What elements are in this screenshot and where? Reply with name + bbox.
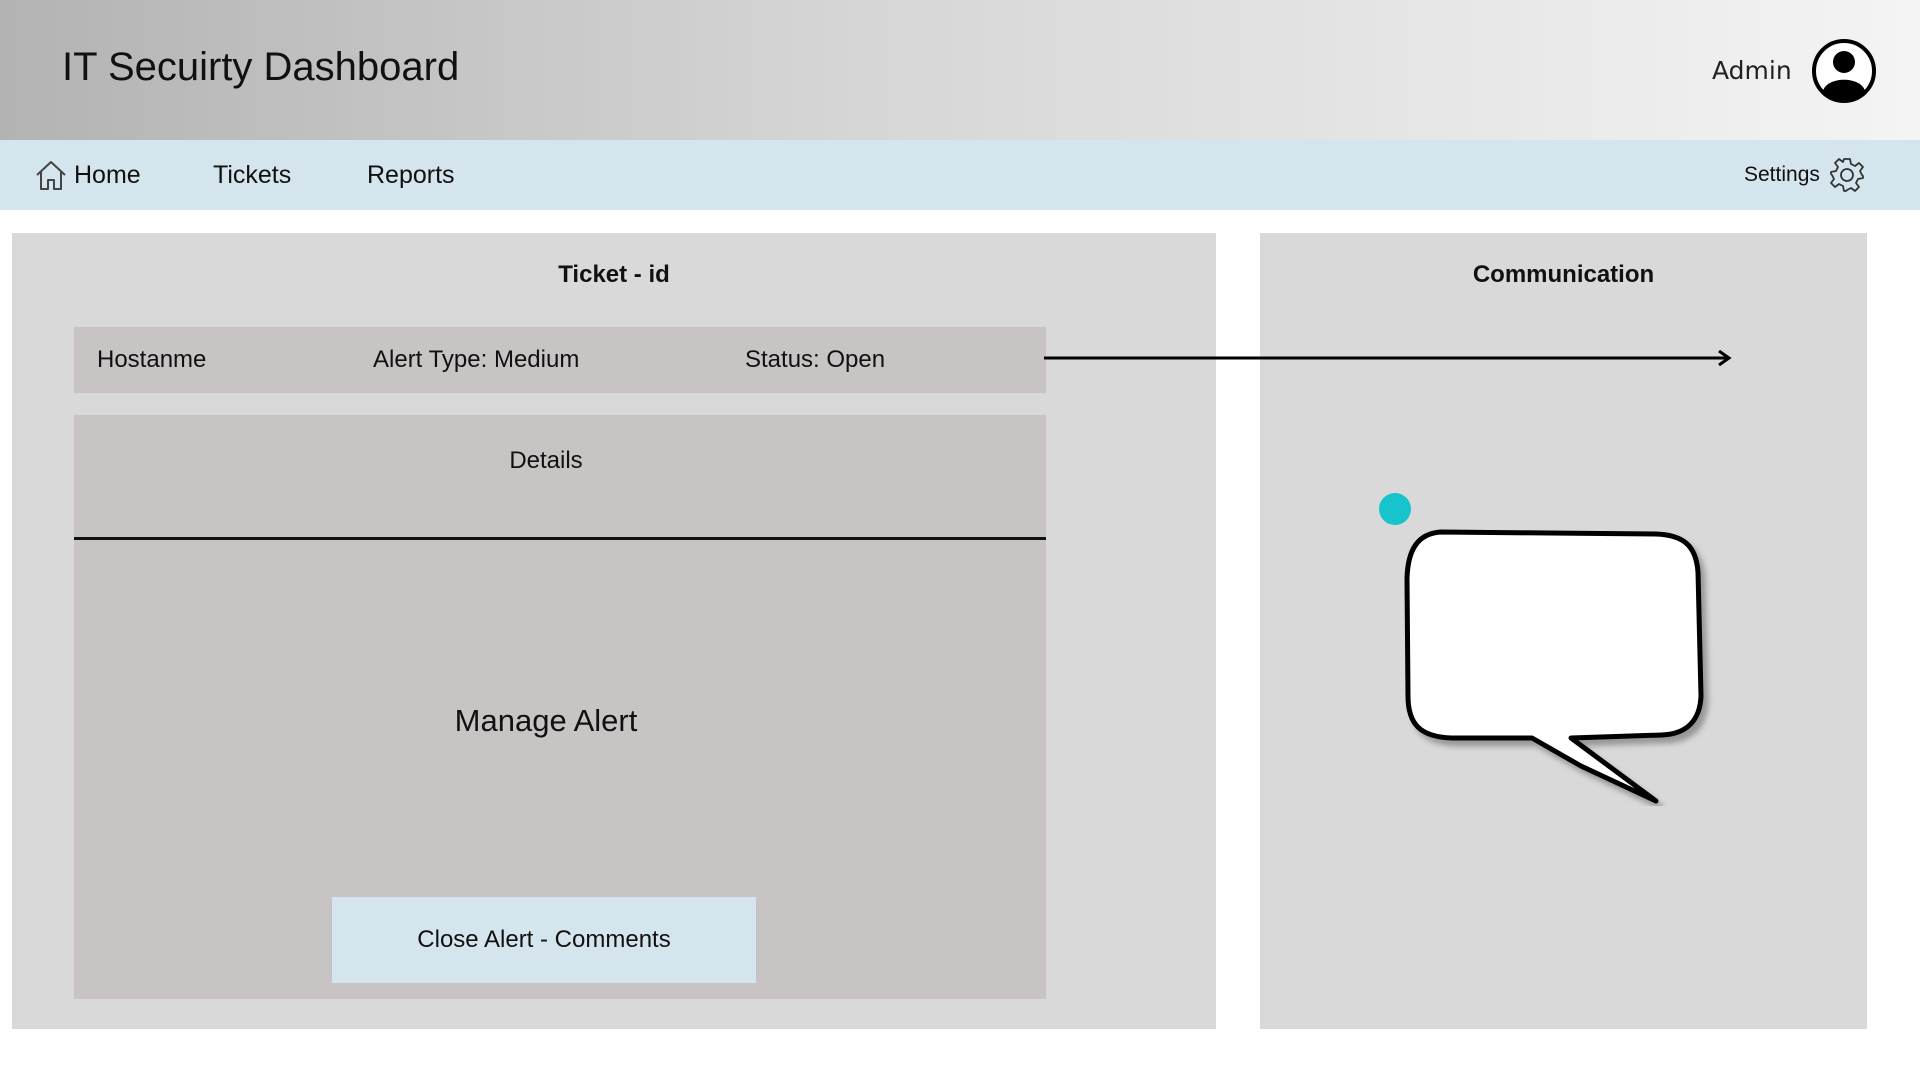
connector-arrow xyxy=(1044,350,1732,367)
nav-tickets-label: Tickets xyxy=(213,160,292,189)
app-title: IT Secuirty Dashboard xyxy=(62,45,460,89)
hostname-field: Hostanme xyxy=(97,346,207,373)
speech-bubble-icon[interactable] xyxy=(1398,526,1716,806)
ticket-title: Ticket - id xyxy=(558,261,670,288)
nav-item-home[interactable]: Home xyxy=(34,140,141,210)
status-dot xyxy=(1379,493,1411,525)
nav-reports-label: Reports xyxy=(367,160,455,189)
communication-title: Communication xyxy=(1472,261,1655,288)
nav-item-tickets[interactable]: Tickets xyxy=(213,140,291,210)
nav-bar: Home Tickets Reports Settings xyxy=(0,140,1920,210)
nav-item-settings[interactable]: Settings xyxy=(1744,140,1866,210)
gear-icon xyxy=(1829,158,1864,192)
ticket-panel: Ticket - id Hostanme Alert Type: Medium … xyxy=(12,233,1216,1029)
home-icon xyxy=(36,161,66,190)
close-alert-button[interactable]: Close Alert - Comments xyxy=(332,897,756,983)
nav-settings-label: Settings xyxy=(1744,163,1820,186)
status-field: Status: Open xyxy=(745,346,886,373)
user-avatar-icon[interactable] xyxy=(1811,38,1877,104)
details-box: Details Manage Alert Close Alert - Comme… xyxy=(74,415,1046,999)
details-label: Details xyxy=(509,447,583,474)
details-divider xyxy=(74,537,1046,540)
nav-home-label: Home xyxy=(74,160,141,189)
manage-alert-label: Manage Alert xyxy=(454,703,638,738)
nav-item-reports[interactable]: Reports xyxy=(367,140,455,210)
user-name-label: Admin xyxy=(1712,56,1792,85)
ticket-info-bar: Hostanme Alert Type: Medium Status: Open xyxy=(74,327,1046,393)
app-header: IT Secuirty Dashboard Admin xyxy=(0,0,1920,140)
alert-type-field: Alert Type: Medium xyxy=(373,346,580,373)
